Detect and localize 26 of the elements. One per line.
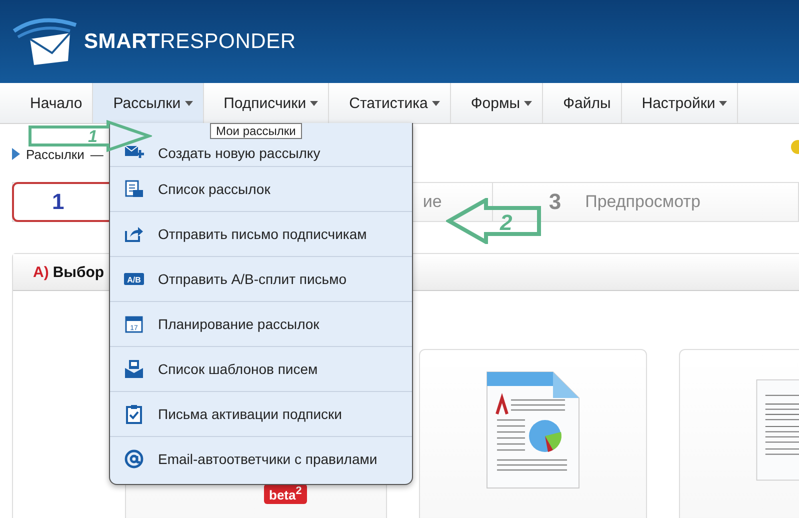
annotation-number: 1 — [88, 128, 98, 145]
template-card[interactable] — [419, 349, 647, 518]
breadcrumb-link[interactable]: Рассылки — [26, 146, 84, 162]
menu-item[interactable]: A/B Отправить A/B-сплит письмо — [110, 257, 412, 302]
nav-tab[interactable]: Рассылки — [93, 83, 204, 123]
beta-badge: beta$^{2}$ — [264, 484, 307, 504]
nav-tab[interactable]: Настройки — [622, 83, 738, 123]
section-marker: А) — [33, 264, 49, 280]
list-icon — [124, 179, 144, 199]
at-icon — [124, 449, 144, 469]
breadcrumb-separator: — — [90, 146, 104, 162]
menu-item[interactable]: Отправить письмо подписчикам — [110, 212, 412, 257]
nav-tab[interactable]: Формы — [450, 83, 544, 123]
triangle-icon — [12, 148, 20, 160]
report-document-icon — [485, 370, 581, 490]
template-icon — [124, 359, 144, 379]
logo-text: SMARTRESPONDER — [84, 30, 296, 54]
menu-item[interactable]: Письма активации подписки — [110, 392, 412, 437]
menu-item[interactable]: Email-автоответчики с правилами — [110, 437, 412, 481]
share-icon — [124, 224, 144, 244]
section-title: Выбор — [52, 264, 104, 280]
tooltip: Мои рассылки — [210, 123, 302, 139]
clipboard-icon — [124, 404, 144, 424]
menu-item[interactable]: Список рассылок — [110, 167, 412, 212]
nav-tab[interactable]: Файлы — [543, 83, 622, 123]
menu-item[interactable]: Список шаблонов писем — [110, 347, 412, 392]
